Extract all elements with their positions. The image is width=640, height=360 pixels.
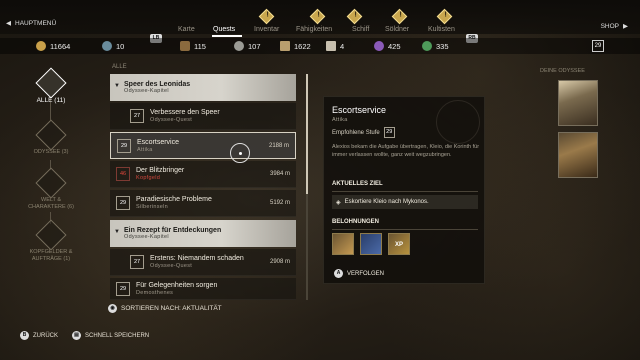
quest-list: ▼ Speer des Leonidas Odyssee-Kapitel 27 …	[110, 74, 296, 300]
sort-button[interactable]: ◉ SORTIEREN NACH: AKTUALITÄT	[108, 304, 222, 313]
odyssey-icon	[35, 119, 67, 151]
quest-row[interactable]: 27 Erstens: Niemandem schaden Odyssee-Qu…	[110, 249, 296, 276]
item2-counter: 10	[102, 41, 124, 51]
herb-icon	[422, 41, 432, 51]
divider	[332, 191, 478, 192]
quest-level: 46	[116, 167, 130, 181]
odyssey-label: DEINE ODYSSEE	[540, 68, 585, 74]
metal-counter: 1622	[280, 41, 311, 51]
quest-row[interactable]: 46 Der Blitzbringer Kopfgeld 3984 m	[110, 161, 296, 188]
tab-schiff[interactable]: Schiff	[352, 26, 369, 33]
sidebar-item-odyssee[interactable]: ODYSSEE (3)	[24, 119, 78, 156]
quest-row[interactable]: 29 Für Gelegenheiten sorgen Demosthenes	[110, 278, 296, 300]
list-scrollbar-thumb[interactable]	[306, 74, 308, 194]
chevron-down-icon: ▼	[114, 83, 120, 89]
chapter-row[interactable]: ▼ Ein Rezept für Entdeckungen Odyssee-Ka…	[110, 220, 296, 247]
player-level-badge: 29	[592, 40, 604, 52]
quest-distance: 2188 m	[268, 143, 289, 149]
quest-level: 27	[130, 109, 144, 123]
quest-region: Attika	[332, 117, 348, 123]
odyssey-thumbnail[interactable]	[558, 132, 598, 178]
quest-row-selected[interactable]: 29 Escortservice Attika 2188 m	[110, 132, 296, 159]
crystal-counter: 425	[374, 41, 401, 51]
quest-row[interactable]: 29 Paradiesische Probleme Silberinseln 5…	[110, 190, 296, 217]
tab-inventar[interactable]: Inventar	[254, 26, 279, 33]
wood-icon	[180, 41, 190, 51]
sidebar-item-welt[interactable]: WELT & CHARAKTERE (6)	[24, 167, 78, 211]
odyssey-thumbnail[interactable]	[558, 80, 598, 126]
quest-title: Escortservice	[332, 105, 387, 115]
shop-button[interactable]: SHOP ▶	[601, 22, 628, 31]
r3-button-icon: ◉	[108, 304, 117, 313]
active-tab-indicator	[212, 35, 242, 37]
quicksave-button[interactable]: ▤ SCHNELL SPEICHERN	[72, 331, 149, 340]
quest-distance: 5192 m	[269, 200, 290, 206]
x-button-icon: ▤	[72, 331, 81, 340]
metal-icon	[280, 41, 290, 51]
reward-xp-icon[interactable]: XP	[388, 233, 410, 255]
quest-row[interactable]: 27 Verbessere den Speer Odyssee-Quest	[110, 103, 296, 130]
sidebar-item-kopfgelder[interactable]: KOPFGELDER & AUFTRÄGE (1)	[24, 219, 78, 263]
rewards-header: BELOHNUNGEN	[332, 219, 380, 225]
quest-description: Alexios bekam die Aufgabe übertragen, Kl…	[332, 144, 480, 158]
quest-level: 29	[116, 196, 130, 210]
follow-button[interactable]: A VERFOLGEN	[334, 269, 384, 278]
resource-bar	[0, 38, 640, 54]
fabric-counter: 4	[326, 41, 344, 51]
leather-icon	[234, 41, 244, 51]
quest-level: 29	[117, 138, 131, 153]
tab-kultisten[interactable]: Kultisten	[428, 26, 455, 33]
cursor-reticle	[230, 143, 250, 163]
chapter-row[interactable]: ▼ Speer des Leonidas Odyssee-Kapitel	[110, 74, 296, 101]
drachmen-counter: 11664	[36, 41, 70, 51]
bounty-icon	[35, 219, 67, 251]
drachmen-icon	[36, 41, 46, 51]
reward-drachmen-icon[interactable]	[332, 233, 354, 255]
sidebar-item-alle[interactable]: ALLE (11)	[24, 67, 78, 104]
wood-counter: 115	[180, 41, 206, 51]
chevron-down-icon: ▼	[114, 229, 120, 235]
goal-header: AKTUELLES ZIEL	[332, 181, 383, 187]
quest-level: 27	[130, 255, 144, 269]
quest-distance: 3984 m	[269, 171, 290, 177]
tab-karte[interactable]: Karte	[178, 26, 195, 33]
diamond-bullet-icon: ◈	[336, 199, 341, 206]
b-button-icon: B	[20, 331, 29, 340]
current-goal: ◈ Eskortiere Kleio nach Mykonos.	[332, 195, 478, 209]
chevron-left-icon: ◀	[6, 20, 11, 27]
main-menu-button[interactable]: ◀ HAUPTMENÜ	[6, 19, 56, 28]
list-header: ALLE	[112, 64, 127, 70]
world-icon	[35, 167, 67, 199]
reward-item-icon[interactable]	[360, 233, 382, 255]
compass-decoration	[436, 100, 480, 144]
quest-level: 29	[116, 281, 130, 296]
a-button-icon: A	[334, 269, 343, 278]
quest-distance: 2908 m	[269, 259, 290, 265]
recommended-level: Empfohlene Stufe 29	[332, 127, 395, 138]
divider	[332, 229, 478, 230]
herb-counter: 335	[422, 41, 449, 51]
map-background	[0, 0, 640, 360]
tab-quests[interactable]: Quests	[213, 26, 235, 33]
chevron-right-icon: ▶	[623, 23, 628, 30]
all-quests-icon	[35, 67, 67, 99]
crystal-icon	[374, 41, 384, 51]
gem-icon	[102, 41, 112, 51]
tab-soeldner[interactable]: Söldner	[385, 26, 409, 33]
fabric-icon	[326, 41, 336, 51]
back-button[interactable]: B ZURÜCK	[20, 331, 58, 340]
leather-counter: 107	[234, 41, 261, 51]
tab-faehigkeiten[interactable]: Fähigkeiten	[296, 26, 332, 33]
